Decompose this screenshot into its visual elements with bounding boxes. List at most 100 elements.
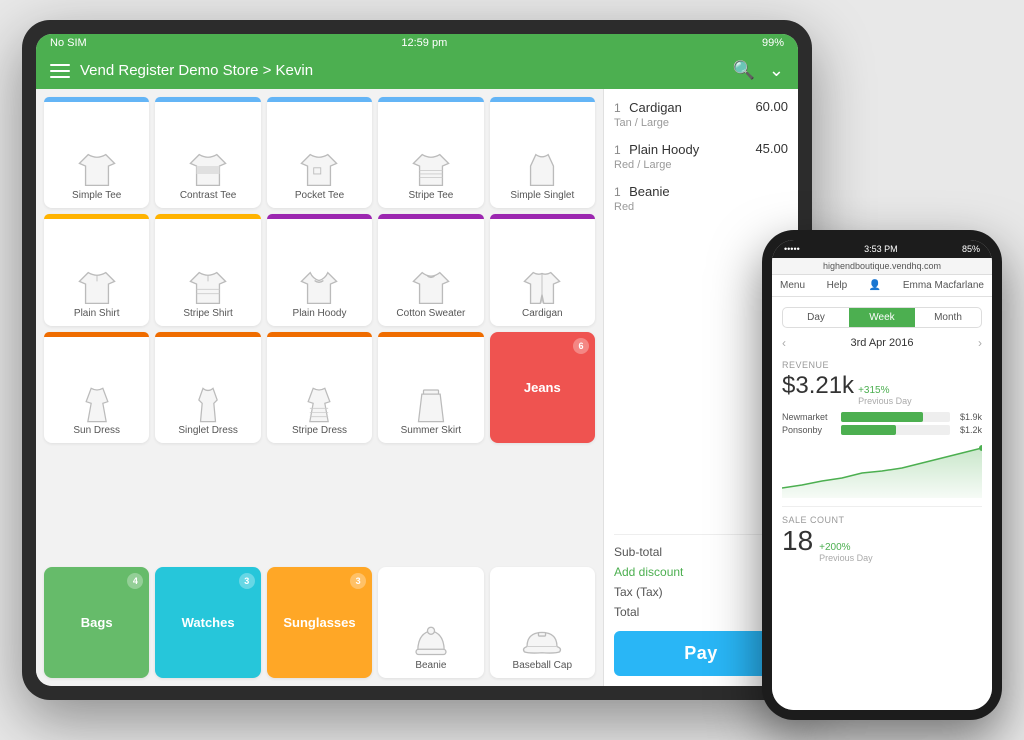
cart-item-price: 60.00 [755,99,788,114]
product-plain-shirt[interactable]: Plain Shirt [44,214,149,325]
product-singlet-dress[interactable]: Singlet Dress [155,332,260,443]
product-label: Beanie [415,660,446,672]
product-label: Cardigan [522,308,563,320]
phone-content: Day Week Month ‹ 3rd Apr 2016 › REVENUE … [772,297,992,710]
sale-count-row: 18 +200% Previous Day [782,525,982,563]
chevron-down-icon[interactable]: ⌄ [769,60,784,81]
battery-label: 99% [762,37,784,49]
phone-status-bar: ••••• 3:53 PM 85% [772,240,992,258]
sale-count-section: SALE COUNT 18 +200% Previous Day [782,506,982,563]
cart-item-info: 1 Beanie Red [614,183,670,213]
tab-week[interactable]: Week [849,308,915,327]
jeans-badge: 6 [573,338,589,354]
location-value: $1.9k [954,412,982,422]
menu-icon[interactable] [50,64,70,78]
location-newmarket: Newmarket $1.9k [782,412,982,422]
user-name: Emma Macfarlane [903,280,984,291]
tab-month[interactable]: Month [915,308,981,327]
product-sunglasses[interactable]: 3 Sunglasses [267,567,372,678]
period-tabs: Day Week Month [782,307,982,328]
product-watches[interactable]: 3 Watches [155,567,260,678]
search-icon[interactable]: 🔍 [732,60,754,81]
product-empty4 [378,449,483,560]
product-cardigan[interactable]: Cardigan [490,214,595,325]
sale-count-label: SALE COUNT [782,515,982,525]
time-label: 12:59 pm [401,37,447,49]
cart-item-qty: 1 [614,101,621,115]
product-label: Stripe Dress [292,425,347,437]
product-empty2 [155,449,260,560]
product-baseball-cap[interactable]: Baseball Cap [490,567,595,678]
product-label: Simple Tee [72,190,121,202]
location-bar-container [841,412,950,422]
header-title: Vend Register Demo Store > Kevin [80,62,313,79]
header-left: Vend Register Demo Store > Kevin [50,62,313,79]
tablet-status-bar: No SIM 12:59 pm 99% [36,34,798,52]
product-label: Jeans [524,380,561,396]
product-simple-tee[interactable]: Simple Tee [44,97,149,208]
user-icon: 👤 [869,280,881,291]
cart-item-2[interactable]: 1 Plain Hoody Red / Large 45.00 [614,141,788,171]
cart-item-name: Cardigan [629,100,682,115]
add-discount-link[interactable]: Add discount [614,565,683,579]
product-label: Pocket Tee [295,190,344,202]
product-label: Plain Shirt [74,308,120,320]
revenue-value-row: $3.21k +315% Previous Day [782,372,982,406]
phone-battery: 85% [962,244,980,254]
location-name: Newmarket [782,412,837,422]
menu-nav-item[interactable]: Menu [780,280,805,291]
product-label: Sun Dress [73,425,120,437]
location-bar [841,425,896,435]
phone-screen: ••••• 3:53 PM 85% highendboutique.vendhq… [772,240,992,710]
prev-date-arrow[interactable]: ‹ [782,336,786,350]
location-value: $1.2k [954,425,982,435]
product-label: Stripe Tee [408,190,453,202]
phone-nav: Menu Help 👤 Emma Macfarlane [772,275,992,297]
revenue-change-label: Previous Day [858,396,912,406]
product-cotton-sweater[interactable]: Cotton Sweater [378,214,483,325]
tablet-body: Simple Tee Contrast Tee [36,89,798,686]
product-stripe-shirt[interactable]: Stripe Shirt [155,214,260,325]
cart-item-qty: 1 [614,185,621,199]
date-row: ‹ 3rd Apr 2016 › [782,336,982,350]
product-label: Summer Skirt [401,425,462,437]
location-bar-container [841,425,950,435]
tab-day[interactable]: Day [783,308,849,327]
cart-item-1[interactable]: 1 Cardigan Tan / Large 60.00 [614,99,788,129]
header-right: 🔍 ⌄ [732,60,784,81]
help-nav-item[interactable]: Help [827,280,848,291]
cart-item-name: Beanie [629,184,669,199]
cart-item-info: 1 Cardigan Tan / Large [614,99,682,129]
location-name: Ponsonby [782,425,837,435]
revenue-label: REVENUE [782,360,982,370]
cart-item-3[interactable]: 1 Beanie Red [614,183,788,213]
product-sun-dress[interactable]: Sun Dress [44,332,149,443]
product-label: Watches [182,615,235,631]
sale-count-change-label: Previous Day [819,553,873,563]
location-bar [841,412,923,422]
product-simple-singlet[interactable]: Simple Singlet [490,97,595,208]
product-label: Sunglasses [283,615,355,631]
revenue-section: REVENUE $3.21k +315% Previous Day Newmar… [782,360,982,435]
product-contrast-tee[interactable]: Contrast Tee [155,97,260,208]
product-plain-hoody[interactable]: Plain Hoody [267,214,372,325]
product-stripe-tee[interactable]: Stripe Tee [378,97,483,208]
product-label: Baseball Cap [513,660,572,672]
product-label: Plain Hoody [293,308,347,320]
mini-chart [782,443,982,498]
carrier-label: No SIM [50,37,87,49]
phone-url-bar: highendboutique.vendhq.com [772,258,992,275]
product-stripe-dress[interactable]: Stripe Dress [267,332,372,443]
product-pocket-tee[interactable]: Pocket Tee [267,97,372,208]
location-ponsonby: Ponsonby $1.2k [782,425,982,435]
product-jeans[interactable]: 6 Jeans [490,332,595,443]
phone-time: 3:53 PM [864,244,898,254]
product-bags[interactable]: 4 Bags [44,567,149,678]
cart-item-name: Plain Hoody [629,142,699,157]
next-date-arrow[interactable]: › [978,336,982,350]
product-empty1 [44,449,149,560]
product-beanie[interactable]: Beanie [378,567,483,678]
sale-count-change: +200% [819,542,873,553]
product-summer-skirt[interactable]: Summer Skirt [378,332,483,443]
cart-item-qty: 1 [614,143,621,157]
